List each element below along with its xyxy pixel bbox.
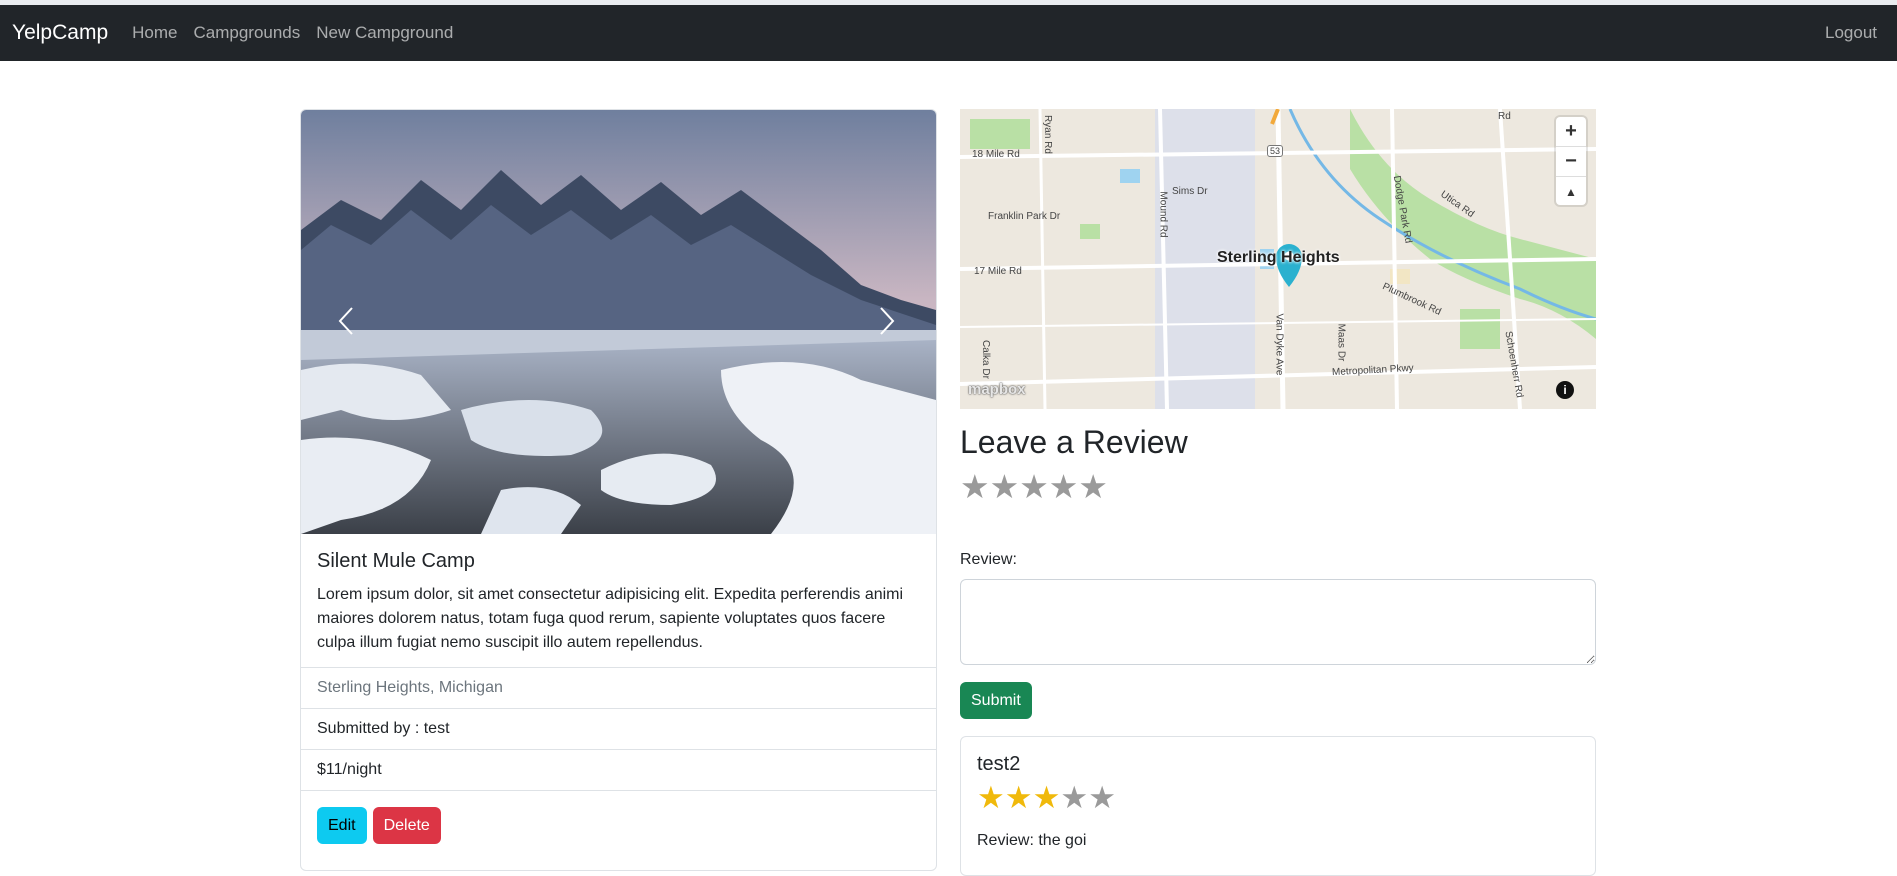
zoom-in-button[interactable]: + [1556,117,1586,147]
star-icon: ★ [1004,780,1033,815]
campground-card: Silent Mule Camp Lorem ipsum dolor, sit … [300,109,937,871]
review-label: Review: [960,551,1017,568]
nav-new-campground[interactable]: New Campground [316,23,453,43]
submit-button[interactable]: Submit [960,682,1032,719]
chevron-left-icon [338,307,353,335]
star-icon: ★ [1060,780,1089,815]
attribution-info-icon[interactable]: i [1556,381,1574,399]
map-road-label: 18 Mile Rd [972,149,1020,160]
campground-photo [301,110,936,534]
map-road-label: Calka Dr [979,340,991,379]
review-rating: ★ ★ ★ ★ ★ [977,782,1579,814]
star-rating-input: ★ ★ ★ ★ ★ [960,470,1108,504]
zoom-out-button[interactable]: − [1556,147,1586,177]
highway-shield: 53 [1267,145,1284,157]
nav-logout[interactable]: Logout [1825,23,1877,43]
map-road-label: Franklin Park Dr [988,211,1061,222]
map-road-label: Rd [1498,111,1511,122]
map-road-label: 17 Mile Rd [974,266,1022,277]
campground-description: Lorem ipsum dolor, sit amet consectetur … [317,586,904,651]
delete-button[interactable]: Delete [372,807,441,844]
star-icon: ★ [1032,780,1061,815]
star-icon: ★ [977,780,1005,815]
image-carousel [301,110,936,534]
edit-button[interactable]: Edit [317,807,367,844]
star-icon[interactable]: ★ [1019,470,1049,504]
nav-home[interactable]: Home [132,23,177,43]
star-icon: ★ [1088,780,1116,815]
star-icon[interactable]: ★ [1078,470,1108,504]
map-city-label: Sterling Heights [1217,249,1340,266]
review-author: test2 [977,753,1021,775]
campground-map[interactable]: 18 Mile Rd Ryan Rd Franklin Park Dr Sims… [960,109,1596,409]
nav-campgrounds[interactable]: Campgrounds [193,23,300,43]
review-heading: Leave a Review [960,424,1188,460]
map-zoom-controls: + − ▲ [1556,117,1586,205]
card-body: Silent Mule Camp Lorem ipsum dolor, sit … [301,534,936,667]
map-road-label: Sims Dr [1172,186,1208,197]
navbar: YelpCamp Home Campgrounds New Campground… [0,5,1897,61]
brand-logo[interactable]: YelpCamp [12,21,108,45]
compass-icon[interactable]: ▲ [1556,177,1586,206]
chevron-right-icon [880,307,895,335]
campground-author: Submitted by : test [301,708,936,749]
campground-title: Silent Mule Camp [317,550,475,572]
star-icon[interactable]: ★ [960,470,990,504]
carousel-prev-button[interactable] [321,296,371,346]
star-icon[interactable]: ★ [1049,470,1079,504]
carousel-next-button[interactable] [862,296,912,346]
campground-location: Sterling Heights, Michigan [301,667,936,708]
campground-actions: Edit Delete [301,790,936,860]
campground-price: $11/night [301,749,936,790]
star-icon[interactable]: ★ [990,470,1020,504]
review-card: test2 ★ ★ ★ ★ ★ Review: the goi [960,736,1596,876]
map-road-label: Maas Dr [1335,323,1347,362]
map-road-label: Van Dyke Ave [1273,313,1285,376]
review-text: Review: the goi [977,832,1087,849]
mapbox-logo[interactable]: mapbox [968,381,1026,398]
map-road-label: Ryan Rd [1041,115,1053,154]
review-textarea[interactable] [960,579,1596,665]
map-road-label: Mound Rd [1157,191,1169,238]
